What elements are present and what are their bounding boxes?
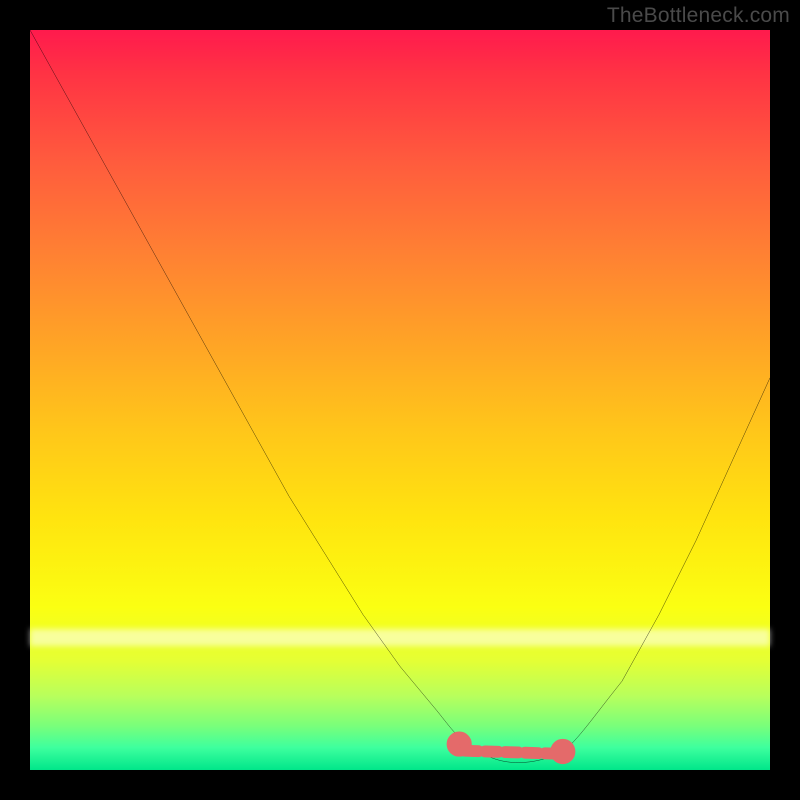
bottleneck-curve	[30, 30, 770, 763]
curve-layer	[30, 30, 770, 770]
flat-region-marker	[453, 737, 570, 758]
attribution-label: TheBottleneck.com	[607, 4, 790, 28]
chart-frame: TheBottleneck.com	[0, 0, 800, 800]
